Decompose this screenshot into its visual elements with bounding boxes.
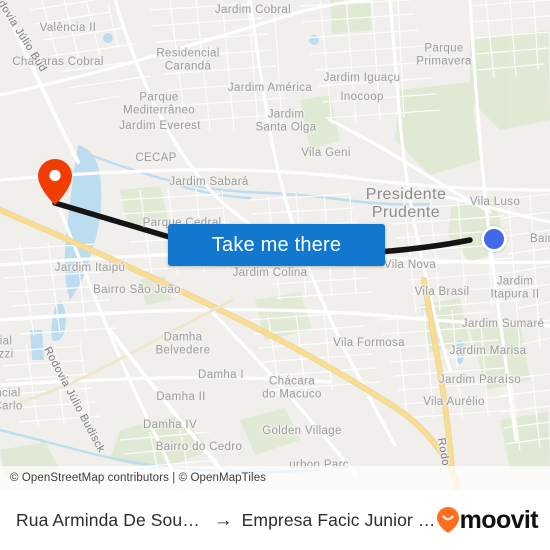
map-attribution: © OpenStreetMap contributors | © OpenMap… (0, 466, 550, 490)
take-me-there-button[interactable]: Take me there (168, 224, 385, 266)
trip-summary[interactable]: Rua Arminda De Souza... → Empresa Facic … (0, 510, 437, 531)
map-viewport[interactable]: Valência II Jardim Cobral Residencial Cara… (0, 0, 550, 490)
attribution-text: © OpenStreetMap contributors | © OpenMap… (10, 472, 267, 484)
moovit-logo[interactable]: moovit (436, 505, 550, 534)
trip-origin-label: Rua Arminda De Souza... (16, 509, 205, 530)
moovit-pin-icon (436, 507, 459, 533)
moovit-wordmark: moovit (459, 505, 539, 534)
arrow-right-icon: → (213, 509, 233, 531)
trip-footer: Rua Arminda De Souza... → Empresa Facic … (0, 490, 550, 550)
take-me-there-label: Take me there (211, 233, 342, 256)
trip-destination-label: Empresa Facic Junior Un... (241, 509, 437, 530)
map-screen: Valência II Jardim Cobral Residencial Cara… (0, 0, 550, 550)
destination-dot-icon[interactable] (481, 226, 507, 252)
